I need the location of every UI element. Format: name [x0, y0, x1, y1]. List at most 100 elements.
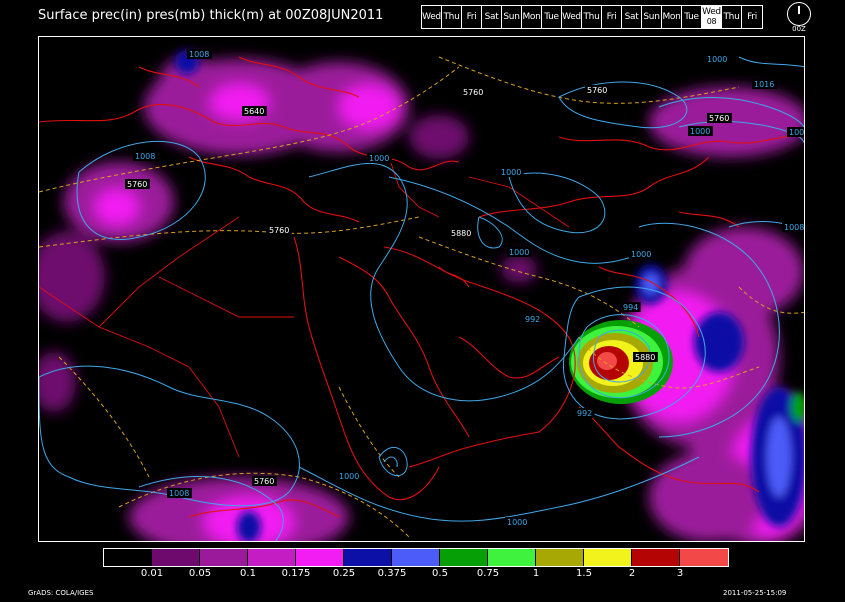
- thickness-contour: [338, 386, 400, 478]
- thickness-label: 5760: [254, 477, 274, 486]
- day-label: Mon: [522, 12, 541, 22]
- pressure-label: 1016: [754, 80, 774, 89]
- day-10[interactable]: Sat: [622, 6, 642, 28]
- day-16[interactable]: Fri: [742, 6, 762, 28]
- day-label: Sat: [484, 12, 499, 22]
- day-label: Wed: [562, 12, 581, 22]
- map-svg: 1008 1008 1000 1000 1000 1008 1000 1016 1008 1000…: [39, 49, 804, 541]
- thickness-label: 5760: [709, 114, 729, 123]
- coastline: [383, 246, 576, 433]
- pressure-contour: [383, 456, 398, 468]
- day-label: Fri: [606, 12, 617, 22]
- legend-tick-label: 0.05: [188, 568, 212, 579]
- day-label: Wed: [702, 7, 721, 17]
- coastline: [338, 256, 470, 438]
- clock-icon[interactable]: 00Z: [786, 2, 812, 34]
- day-8[interactable]: Thu: [582, 6, 602, 28]
- coastline: [293, 236, 440, 501]
- pressure-label: 1000: [369, 154, 389, 163]
- day-4[interactable]: Sun: [502, 6, 522, 28]
- thickness-label: 5880: [635, 353, 655, 362]
- day-date: 08: [706, 17, 717, 26]
- day-label: Sun: [643, 12, 660, 22]
- thickness-label: 5760: [587, 86, 607, 95]
- pressure-label: 1008: [135, 152, 155, 161]
- day-6[interactable]: Tue: [542, 6, 562, 28]
- thickness-label: 5640: [244, 107, 264, 116]
- day-3[interactable]: Sat: [482, 6, 502, 28]
- thickness-label: 5760: [463, 88, 483, 97]
- clock-hand: [798, 6, 800, 14]
- day-15[interactable]: Thu: [722, 6, 742, 28]
- day-5[interactable]: Mon: [522, 6, 542, 28]
- precip-core-area: [767, 417, 791, 497]
- legend-swatch: [248, 549, 296, 566]
- coastline: [478, 156, 710, 218]
- pressure-label: 1000: [507, 518, 527, 527]
- day-2[interactable]: Fri: [462, 6, 482, 28]
- pressure-label: 1008: [169, 489, 189, 498]
- legend-swatch: [488, 549, 536, 566]
- pressure-label: 1000: [707, 55, 727, 64]
- coastline: [438, 266, 470, 288]
- precip-area: [339, 85, 399, 129]
- thickness-label: 5760: [269, 226, 289, 235]
- precip-core-area: [237, 511, 261, 541]
- legend-swatch: [536, 549, 584, 566]
- day-label: Sat: [624, 12, 639, 22]
- coastline: [458, 336, 560, 379]
- pressure-label: 994: [623, 303, 638, 312]
- day-label: Tue: [684, 12, 699, 22]
- pressure-contour: [308, 162, 580, 402]
- border: [388, 156, 440, 218]
- pressure-label: 1000: [509, 248, 529, 257]
- thickness-label: 5760: [127, 180, 147, 189]
- legend-tick-label: 0.1: [240, 568, 256, 579]
- legend-swatch: [632, 549, 680, 566]
- coastline: [678, 211, 740, 228]
- pressure-contour: [298, 456, 700, 522]
- pressure-contour: [477, 216, 503, 249]
- precip-area: [409, 115, 469, 159]
- thickness-label: 5880: [451, 229, 471, 238]
- pressure-label: 1008: [784, 223, 804, 232]
- day-1[interactable]: Thu: [442, 6, 462, 28]
- legend-swatch: [680, 549, 728, 566]
- legend-swatch: [392, 549, 440, 566]
- pressure-label: 1000: [501, 168, 521, 177]
- precip-area: [39, 352, 76, 412]
- legend-swatch: [296, 549, 344, 566]
- legend-swatch: [200, 549, 248, 566]
- day-7[interactable]: Wed: [562, 6, 582, 28]
- legend-tick-label: 3: [676, 568, 684, 579]
- day-label: Thu: [443, 12, 460, 22]
- day-13[interactable]: Tue: [682, 6, 702, 28]
- legend-swatch: [344, 549, 392, 566]
- legend-tick-label: 2: [628, 568, 636, 579]
- day-9[interactable]: Fri: [602, 6, 622, 28]
- day-0[interactable]: Wed: [422, 6, 442, 28]
- day-label: Mon: [662, 12, 681, 22]
- legend-tick-label: 0.75: [476, 568, 500, 579]
- legend-tick-label: 0.25: [332, 568, 356, 579]
- precip-core-area: [694, 312, 744, 372]
- forecast-map: 1008 1008 1000 1000 1000 1008 1000 1016 1008 1000…: [38, 36, 805, 542]
- day-14[interactable]: Wed 08: [702, 6, 722, 28]
- day-11[interactable]: Sun: [642, 6, 662, 28]
- border: [158, 276, 294, 318]
- pressure-contour: [508, 172, 606, 234]
- day-label: Thu: [723, 12, 740, 22]
- legend-tick-label: 1.5: [576, 568, 592, 579]
- map-title: Surface prec(in) pres(mb) thick(m) at 00…: [38, 8, 384, 23]
- forecast-day-selector[interactable]: Wed Thu Fri Sat Sun Mon Tue Wed Thu Fri Sat Sun Mon T…: [421, 5, 763, 29]
- pressure-label: 1000: [339, 472, 359, 481]
- legend-tick-label: 0.01: [140, 568, 164, 579]
- pressure-label: 992: [577, 409, 592, 418]
- legend-tick-label: 0.175: [281, 568, 311, 579]
- legend-swatch: [152, 549, 200, 566]
- legend-tick-label: 1: [532, 568, 540, 579]
- coastline: [188, 156, 360, 223]
- day-label: Sun: [503, 12, 520, 22]
- day-12[interactable]: Mon: [662, 6, 682, 28]
- pressure-contour: [738, 56, 804, 68]
